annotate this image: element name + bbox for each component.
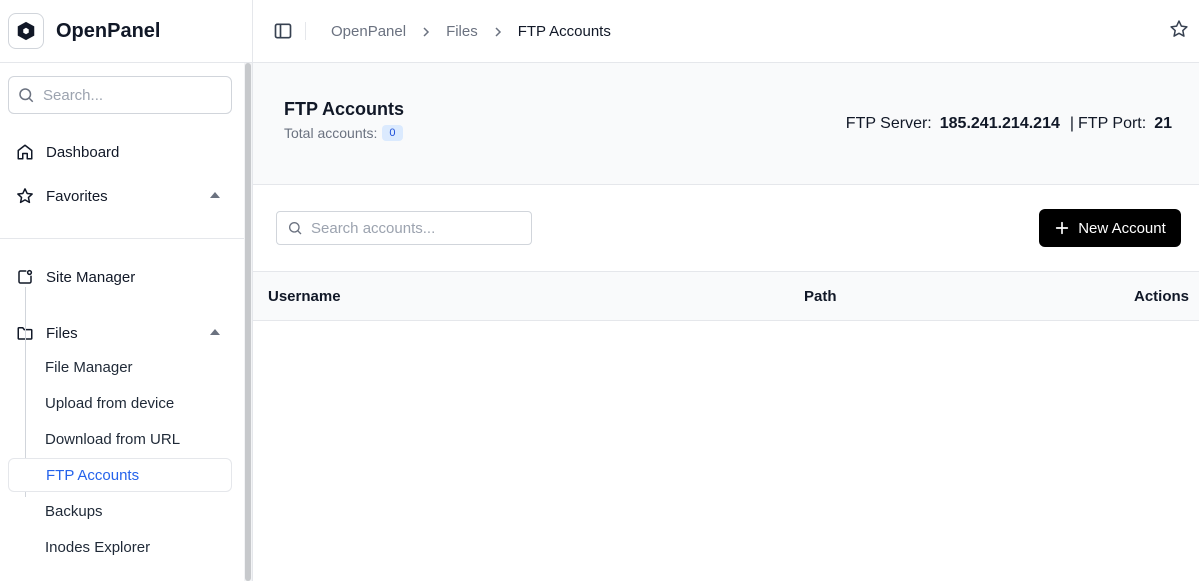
breadcrumb-files[interactable]: Files — [446, 23, 478, 40]
ftp-port-value: 21 — [1154, 115, 1172, 132]
page-title: FTP Accounts — [284, 99, 405, 119]
brand[interactable]: OpenPanel — [0, 0, 252, 63]
count-badge: 0 — [382, 125, 403, 141]
breadcrumb: OpenPanel Files FTP Accounts — [331, 0, 611, 63]
sidebar-item-dashboard[interactable]: Dashboard — [8, 135, 232, 169]
chevron-up-icon — [210, 329, 220, 335]
sidebar-item-favorites[interactable]: Favorites — [8, 179, 232, 213]
sidebar-subitem-upload-from-device[interactable]: Upload from device — [8, 386, 232, 420]
openpanel-logo-icon — [8, 13, 44, 49]
accounts-search-input[interactable] — [311, 219, 511, 237]
sidebar-subitem-ftp-accounts[interactable]: FTP Accounts — [8, 458, 232, 492]
sidebar-item-label: Dashboard — [46, 143, 120, 161]
home-icon — [17, 144, 33, 160]
breadcrumb-openpanel[interactable]: OpenPanel — [331, 23, 406, 40]
header-separator — [305, 22, 306, 40]
sidebar-item-label: Favorites — [46, 187, 108, 205]
chevron-right-icon — [492, 26, 504, 38]
ftp-info: FTP Server: 185.241.214.214 | FTP Port: … — [846, 115, 1172, 133]
sidebar-subitem-backups[interactable]: Backups — [8, 494, 232, 528]
brand-name: OpenPanel — [56, 19, 161, 42]
breadcrumb-current: FTP Accounts — [517, 23, 611, 40]
sidebar-item-files[interactable]: Files — [8, 316, 232, 350]
new-account-button[interactable]: New Account — [1039, 209, 1181, 247]
column-header-actions: Actions — [1133, 288, 1189, 305]
sidebar-subitem-download-from-url[interactable]: Download from URL — [8, 422, 232, 456]
plus-icon — [1054, 220, 1070, 236]
sidebar-subitem-file-manager[interactable]: File Manager — [8, 350, 232, 384]
star-icon — [17, 188, 33, 204]
sidebar-item-site-manager[interactable]: Site Manager — [8, 260, 232, 294]
sidebar-item-label: Site Manager — [46, 268, 136, 286]
sidebar-search[interactable] — [8, 76, 232, 114]
sidebar-divider — [0, 238, 244, 239]
star-icon[interactable] — [1169, 19, 1189, 39]
sidebar-nav: Dashboard Favorites Site Manager Files F… — [0, 63, 244, 581]
accounts-search[interactable] — [276, 211, 532, 245]
top-header: OpenPanel Files FTP Accounts — [253, 0, 1199, 63]
column-header-username[interactable]: Username — [268, 288, 341, 305]
ftp-server-value: 185.241.214.214 — [939, 115, 1060, 132]
ftp-port-label: FTP Port: — [1078, 115, 1147, 132]
search-icon — [19, 88, 34, 103]
sidebar-search-input[interactable] — [43, 86, 213, 104]
chevron-up-icon — [210, 192, 220, 198]
site-manager-icon — [18, 269, 33, 284]
new-account-label: New Account — [1078, 219, 1166, 237]
total-accounts: Total accounts: 0 — [284, 125, 403, 141]
sidebar-scrollbar-thumb[interactable] — [245, 63, 251, 581]
page-header: FTP Accounts Total accounts: 0 FTP Serve… — [253, 63, 1199, 185]
search-icon — [289, 222, 302, 235]
column-header-path[interactable]: Path — [804, 288, 837, 305]
ftp-server-label: FTP Server: — [845, 115, 932, 132]
ftp-info-separator: | — [1069, 115, 1075, 132]
sidebar-item-label: Files — [46, 324, 78, 342]
sidebar-subitem-inodes-explorer[interactable]: Inodes Explorer — [8, 530, 232, 564]
chevron-right-icon — [420, 26, 432, 38]
accounts-table-header: Username Path Actions — [253, 271, 1199, 321]
sidebar: OpenPanel Dashboard Favorites Site Manag… — [0, 0, 253, 581]
sidebar-toggle-icon[interactable] — [273, 21, 293, 41]
sidebar-scrollbar[interactable] — [244, 63, 252, 581]
total-accounts-label: Total accounts: — [284, 125, 378, 141]
